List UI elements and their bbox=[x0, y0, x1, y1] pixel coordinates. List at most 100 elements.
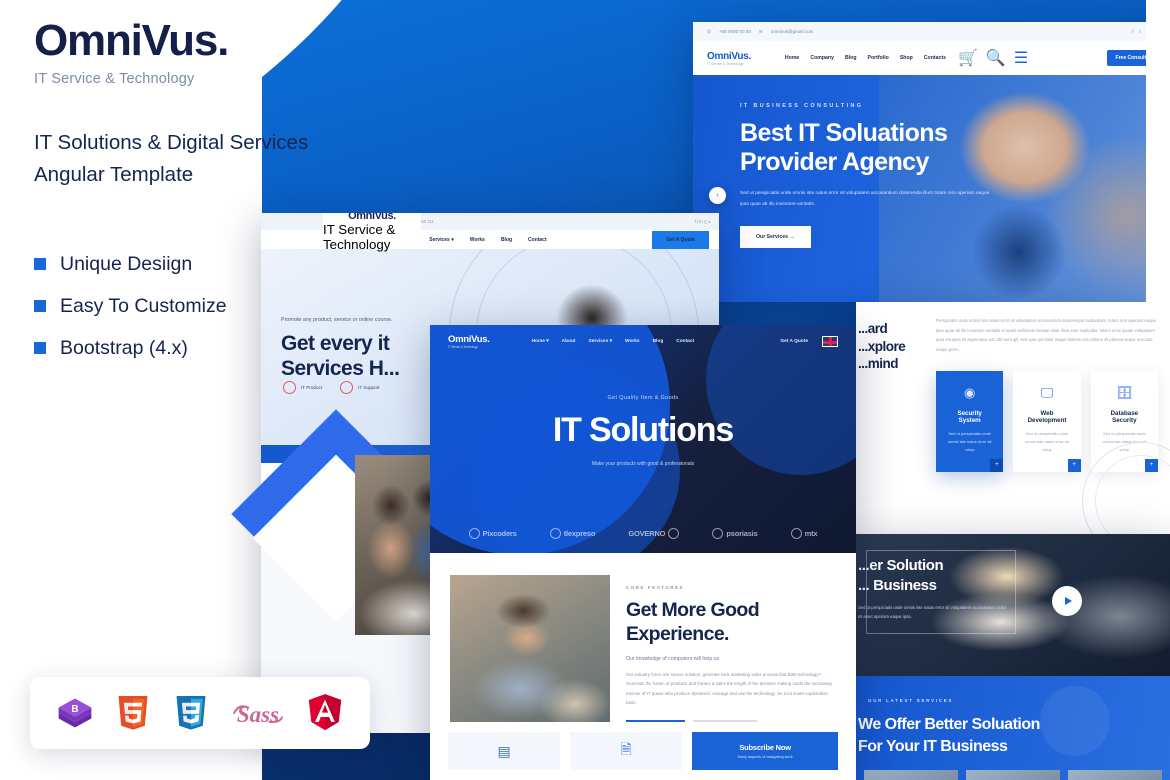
list-item: Unique Desiign bbox=[34, 253, 364, 276]
cart-icon[interactable]: 🛒 bbox=[958, 48, 978, 68]
bullet-icon bbox=[34, 342, 46, 355]
bullet-icon bbox=[34, 300, 46, 313]
left-badge-label: IT Support bbox=[358, 385, 380, 390]
tr-hero-heading-line2: Provider Agency bbox=[740, 147, 929, 176]
latest-services-band: Our Latest Services We Offer Better Solu… bbox=[856, 676, 1170, 780]
search-icon[interactable]: 🔍 bbox=[986, 48, 1006, 68]
tr-menu-item-blog[interactable]: Blog bbox=[845, 55, 857, 61]
twitter-icon[interactable]: t bbox=[1139, 29, 1140, 35]
right-heading-line3: ...mind bbox=[858, 356, 899, 372]
database-icon: 🗄 bbox=[1116, 384, 1133, 400]
circle-icon bbox=[340, 381, 354, 394]
service-card-corner-button[interactable]: + bbox=[990, 458, 1004, 472]
client-logo-governo: GOVERNO bbox=[628, 528, 680, 539]
play-icon bbox=[1064, 597, 1072, 605]
center-navbar: OmniVus. IT Service & Technology Home ▾ … bbox=[430, 325, 856, 357]
service-card-corner-button[interactable]: + bbox=[1144, 458, 1158, 472]
left-menu-item-blog[interactable]: Blog bbox=[501, 237, 512, 243]
uk-flag-icon[interactable] bbox=[822, 335, 838, 347]
service-card-corner-button[interactable]: + bbox=[1067, 458, 1081, 472]
service-card-title: Security System bbox=[957, 409, 982, 424]
tr-menu-item-portfolio[interactable]: Portfolio bbox=[868, 55, 889, 61]
tr-menu-item-home[interactable]: Home bbox=[785, 55, 799, 61]
center-get-a-quote-button[interactable]: Get A Quote bbox=[780, 339, 822, 344]
tr-hero-kicker: IT Business Consulting bbox=[740, 103, 864, 109]
tr-nav-icons: 🛒 🔍 ☰ bbox=[958, 48, 1028, 68]
client-mark-icon bbox=[549, 528, 561, 539]
tr-menu-item-company[interactable]: Company bbox=[810, 55, 834, 61]
mockup-center: OmniVus. IT Service & Technology Home ▾ … bbox=[430, 325, 856, 780]
tech-badge-bar: B Sass bbox=[30, 677, 370, 749]
band-card bbox=[864, 770, 958, 780]
feature-kicker: Core Features bbox=[626, 585, 685, 590]
carousel-prev-button[interactable]: ‹ bbox=[709, 187, 726, 204]
band-card bbox=[966, 770, 1060, 780]
left-menu-item-works[interactable]: Works bbox=[470, 237, 485, 243]
feature-label: Easy To Customize bbox=[60, 294, 227, 317]
center-menu: Home ▾ About Services ▾ Works Blog Conta… bbox=[532, 339, 695, 344]
feature-label: Bootstrap (4.x) bbox=[60, 336, 188, 359]
layout-icon: ▤ bbox=[497, 742, 511, 759]
feature-subheading: Our knowledge of computers will help us bbox=[626, 655, 720, 662]
mockup-tr-navbar: OmniVus. IT Service & Technology Home Co… bbox=[693, 41, 1170, 75]
css3-logo bbox=[169, 691, 213, 735]
center-menu-item-services[interactable]: Services ▾ bbox=[589, 339, 612, 344]
brand-tagline: IT Service & Technology bbox=[34, 71, 195, 88]
circle-icon bbox=[283, 381, 296, 394]
right-heading-col: ...ard ...xplore ...mind bbox=[856, 302, 922, 534]
center-menu-item-contact[interactable]: Contact bbox=[676, 339, 694, 344]
tile-layout[interactable]: ▤ bbox=[448, 732, 561, 770]
band-kicker: Our Latest Services bbox=[868, 698, 954, 703]
service-card-desc: Sed ut perspiciatis unde omnis iste natu… bbox=[1102, 430, 1147, 452]
left-menu-item-services[interactable]: Services ▾ bbox=[429, 237, 453, 243]
facebook-icon[interactable]: f bbox=[1132, 29, 1133, 35]
center-logo[interactable]: OmniVus. IT Service & Technology bbox=[448, 334, 490, 349]
tr-hero-heading: Best IT Soluations Provider Agency bbox=[740, 119, 990, 176]
subscribe-now-button[interactable]: Subscribe Now Many aspects of navigating… bbox=[692, 732, 838, 770]
center-logo-text: OmniVus. bbox=[448, 333, 490, 345]
client-logo-mtx: mtx bbox=[790, 528, 818, 539]
our-services-button[interactable]: Our Services → bbox=[740, 226, 811, 249]
service-card-database-security[interactable]: 🗄 Database Security Sed ut perspiciatis … bbox=[1090, 370, 1158, 472]
page-title: OmniVus. bbox=[34, 16, 229, 65]
center-menu-item-blog[interactable]: Blog bbox=[653, 339, 664, 344]
left-social-icons[interactable]: f t in ◱ ▸ bbox=[695, 219, 711, 224]
tr-logo-sub: IT Service & Technology bbox=[707, 61, 744, 66]
tr-menu-item-contacts[interactable]: Contacts bbox=[924, 55, 946, 61]
service-card-desc: Sed ut perspiciatis unde omnis iste natu… bbox=[1025, 430, 1069, 452]
menu-icon[interactable]: ☰ bbox=[1014, 48, 1028, 68]
tr-topbar-email: omnivus@gmail.com bbox=[770, 29, 814, 34]
play-button[interactable] bbox=[1052, 586, 1082, 616]
center-menu-item-home[interactable]: Home ▾ bbox=[532, 339, 549, 344]
service-card-web-development[interactable]: 🖵 Web Development Sed ut perspiciatis un… bbox=[1013, 370, 1081, 472]
phone-icon: ✆ bbox=[707, 28, 711, 34]
left-menu-item-contact[interactable]: Contact bbox=[528, 237, 547, 243]
feature-heading-line2: Experience. bbox=[626, 622, 729, 645]
client-logo-tlexpreso: tlexpreso bbox=[549, 528, 595, 539]
tr-hero-paragraph: Sed ut perspiciatis unde omnis iste natu… bbox=[740, 191, 990, 207]
feature-label: Unique Desiign bbox=[60, 252, 193, 275]
center-menu-item-works[interactable]: Works bbox=[625, 339, 640, 344]
tr-logo[interactable]: OmniVus. IT Service & Technology bbox=[707, 51, 751, 66]
feature-list: Unique Desiign Easy To Customize Bootstr… bbox=[34, 253, 364, 360]
left-get-a-quote-button[interactable]: Get A Quote bbox=[652, 230, 709, 249]
tile-document[interactable]: 🗎 bbox=[570, 732, 683, 770]
client-logo-pixcoders: Pixcoders bbox=[468, 528, 517, 539]
monitor-icon: 🖵 bbox=[1040, 384, 1054, 400]
svg-text:B: B bbox=[71, 704, 78, 715]
promo-panel: OmniVus. IT Service & Technology IT Solu… bbox=[34, 16, 364, 379]
client-mark-icon bbox=[468, 528, 480, 539]
center-hero-heading: IT Solutions bbox=[552, 411, 734, 449]
service-card-security-system[interactable]: ◉ Security System Sed ut perspiciatis un… bbox=[936, 370, 1004, 472]
left-badge-it-product: IT Product bbox=[283, 381, 322, 394]
center-hero-copy: Get Quality Item & Goods IT Solutions Ma… bbox=[430, 395, 856, 467]
email-icon: ✉ bbox=[758, 28, 763, 34]
client-label: GOVERNO bbox=[628, 529, 666, 538]
mockup-right-services: ...ard ...xplore ...mind Perspiciatis un… bbox=[856, 302, 1170, 534]
tr-menu-item-shop[interactable]: Shop bbox=[900, 55, 913, 61]
center-menu-item-about[interactable]: About bbox=[562, 339, 576, 344]
center-hero: OmniVus. IT Service & Technology Home ▾ … bbox=[430, 325, 856, 553]
bullet-icon bbox=[34, 258, 46, 271]
left-badge-it-support: IT Support bbox=[340, 381, 379, 394]
band-card bbox=[1068, 770, 1162, 780]
